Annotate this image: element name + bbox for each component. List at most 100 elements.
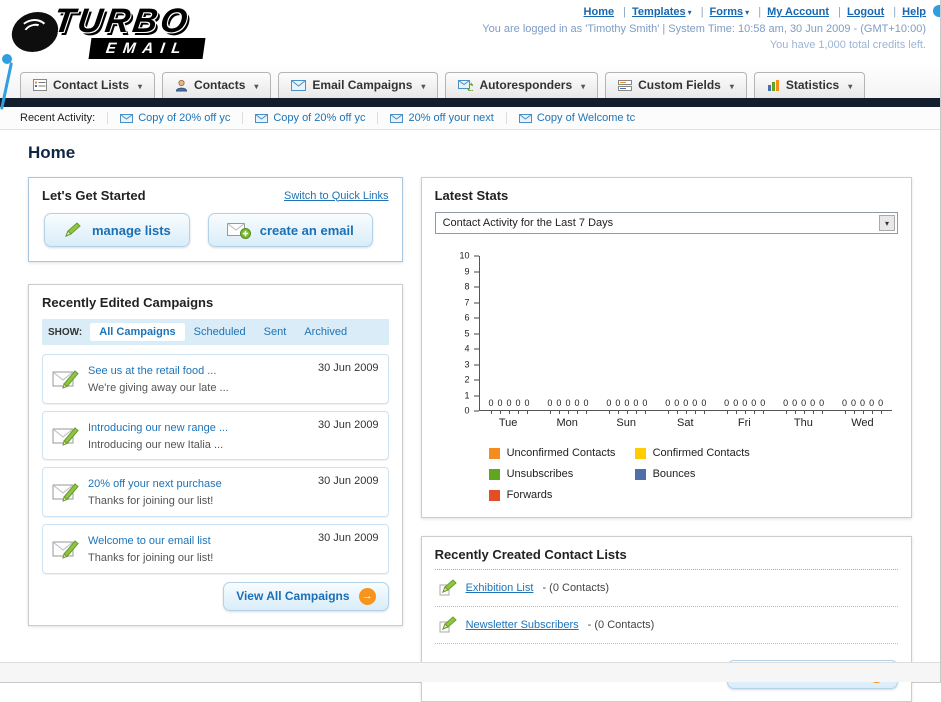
envelope-pencil-icon [52, 424, 80, 448]
stats-period-select[interactable]: Contact Activity for the Last 7 Days [434, 212, 898, 234]
envelope-icon [255, 113, 269, 123]
latest-stats-panel: Latest Stats Contact Activity for the La… [420, 177, 912, 518]
campaign-row[interactable]: Introducing our new range ... Introducing… [42, 410, 389, 461]
campaign-row[interactable]: Welcome to our email list Thanks for join… [42, 524, 389, 574]
bar-value-label: 0 [642, 398, 648, 414]
bar-value-label: 0 [751, 398, 757, 414]
legend-swatch [634, 447, 646, 459]
campaigns-filter-tabs: SHOW: All Campaigns Scheduled Sent Archi… [42, 319, 389, 345]
contact-list-item[interactable]: Newsletter Subscribers - (0 Contacts) [434, 607, 898, 644]
bar-group: 00000 [597, 398, 656, 414]
plot-values: 00000000000000000000000000000000000 [480, 398, 892, 414]
pencil-icon [63, 221, 83, 239]
tab-email-campaigns[interactable]: Email Campaigns [278, 72, 439, 98]
campaigns-title: Recently Edited Campaigns [42, 295, 214, 310]
nav-divider-bar [0, 98, 940, 107]
envelope-pencil-icon [52, 537, 80, 561]
recent-activity-item[interactable]: Copy of 20% off yc [242, 112, 377, 124]
chevron-down-icon [135, 78, 142, 92]
contact-list-item[interactable]: Exhibition List - (0 Contacts) [434, 570, 898, 607]
header-link-my-account[interactable]: My Account [767, 6, 829, 18]
main-content: Home Let's Get Started Switch to Quick L… [0, 143, 940, 702]
bar-value-label: 0 [724, 398, 730, 414]
chevron-down-icon [578, 78, 585, 92]
campaign-row[interactable]: See us at the retail food ... We're givin… [42, 354, 389, 404]
campaign-date: 30 Jun 2009 [318, 362, 379, 374]
stats-chart: 0 1 2 3 4 5 6 7 8 9 10 000000000000000000000000000… [445, 251, 892, 501]
chevron-down-icon [845, 78, 852, 92]
header-link-templates[interactable]: Templates [632, 6, 686, 18]
view-all-campaigns-button[interactable]: View All Campaigns [223, 581, 389, 611]
contact-lists-title: Recently Created Contact Lists [434, 547, 898, 570]
plot-area: 00000000000000000000000000000000000 [478, 256, 892, 414]
recent-activity-item[interactable]: Copy of 20% off yc [107, 112, 242, 124]
campaign-date: 30 Jun 2009 [318, 475, 379, 488]
login-info: You are logged in as 'Timothy Smith' | S… [482, 22, 926, 35]
recent-activity-item[interactable]: Copy of Welcome tc [505, 112, 647, 124]
bar-group: 00000 [480, 398, 539, 414]
campaign-row[interactable]: 20% off your next purchase Thanks for joi… [42, 467, 389, 518]
create-email-button[interactable]: create an email [207, 213, 373, 247]
envelope-pencil-icon [52, 367, 80, 391]
bar-value-label: 0 [547, 398, 553, 414]
bar-value-label: 0 [792, 398, 798, 414]
decoration-dot-right [933, 5, 940, 17]
main-nav: Contact Lists Contacts Email Campaigns A… [0, 64, 940, 98]
filter-tab-archived[interactable]: Archived [295, 323, 356, 341]
contact-list-count: - (0 Contacts) [587, 619, 655, 631]
chevron-down-icon [251, 78, 258, 92]
campaign-subtitle: Thanks for joining our list! [88, 495, 214, 508]
bar-value-label: 0 [869, 398, 875, 414]
legend-label: Unsubscribes [506, 468, 574, 480]
bar-value-label: 0 [606, 398, 612, 414]
filter-tab-scheduled[interactable]: Scheduled [185, 323, 255, 341]
bar-value-label: 0 [851, 398, 857, 414]
show-label: SHOW: [48, 326, 83, 338]
logo-text-email: EMAIL [88, 38, 206, 59]
manage-lists-button[interactable]: manage lists [44, 213, 190, 247]
legend-item: Unsubscribes [488, 468, 635, 480]
y-axis-label: 1 [464, 390, 470, 400]
bar-value-label: 0 [524, 398, 530, 414]
y-axis-label: 3 [464, 359, 470, 369]
filter-tab-sent[interactable]: Sent [255, 323, 296, 341]
get-started-panel: Let's Get Started Switch to Quick Links … [28, 177, 403, 262]
switch-quick-links-link[interactable]: Switch to Quick Links [284, 190, 389, 202]
recent-activity-item[interactable]: 20% off your next [377, 112, 505, 124]
filter-tab-all-campaigns[interactable]: All Campaigns [90, 323, 185, 341]
page: TURBO EMAIL Home Templates Forms My Acco… [0, 0, 941, 702]
header-link-home[interactable]: Home [584, 6, 615, 18]
y-axis-label: 2 [464, 374, 470, 385]
x-axis-label: Mon [556, 417, 578, 429]
tab-label: Contact Lists [53, 78, 130, 92]
legend: Unconfirmed Contacts Confirmed Contacts Un… [488, 447, 892, 501]
legend-item: Unconfirmed Contacts [488, 447, 635, 459]
header-right: Home Templates Forms My Account Logout H… [482, 4, 926, 54]
legend-swatch [488, 447, 500, 459]
bar-value-label: 0 [760, 398, 766, 414]
x-axis-label: Wed [851, 417, 874, 429]
tab-autoresponders[interactable]: Autoresponders [445, 72, 599, 98]
header-link-forms[interactable]: Forms [710, 6, 744, 18]
envelope-icon [120, 113, 134, 123]
envelope-icon [291, 79, 307, 91]
campaign-date: 30 Jun 2009 [318, 532, 379, 545]
contact-list-link: Exhibition List [465, 582, 534, 594]
y-axis-label: 9 [464, 266, 470, 276]
bar-value-label: 0 [701, 398, 707, 414]
tab-contacts[interactable]: Contacts [162, 72, 272, 98]
campaign-link: See us at the retail food ... [88, 365, 217, 377]
campaign-link: Welcome to our email list [88, 535, 211, 548]
legend-item: Forwards [488, 489, 635, 501]
bar-group: 00000 [715, 398, 774, 414]
tab-statistics[interactable]: Statistics [753, 72, 866, 98]
contact-list-link: Newsletter Subscribers [465, 619, 579, 631]
y-axis: 0 1 2 3 4 5 6 7 8 9 10 [445, 251, 479, 415]
header-link-logout[interactable]: Logout [847, 6, 884, 18]
tab-custom-fields[interactable]: Custom Fields [605, 72, 747, 98]
chevron-down-icon [727, 78, 734, 92]
header-link-help[interactable]: Help [902, 6, 926, 18]
logo-text-turbo: TURBO [51, 2, 193, 40]
tab-contact-lists[interactable]: Contact Lists [20, 72, 156, 98]
chevron-down-icon [418, 78, 425, 92]
